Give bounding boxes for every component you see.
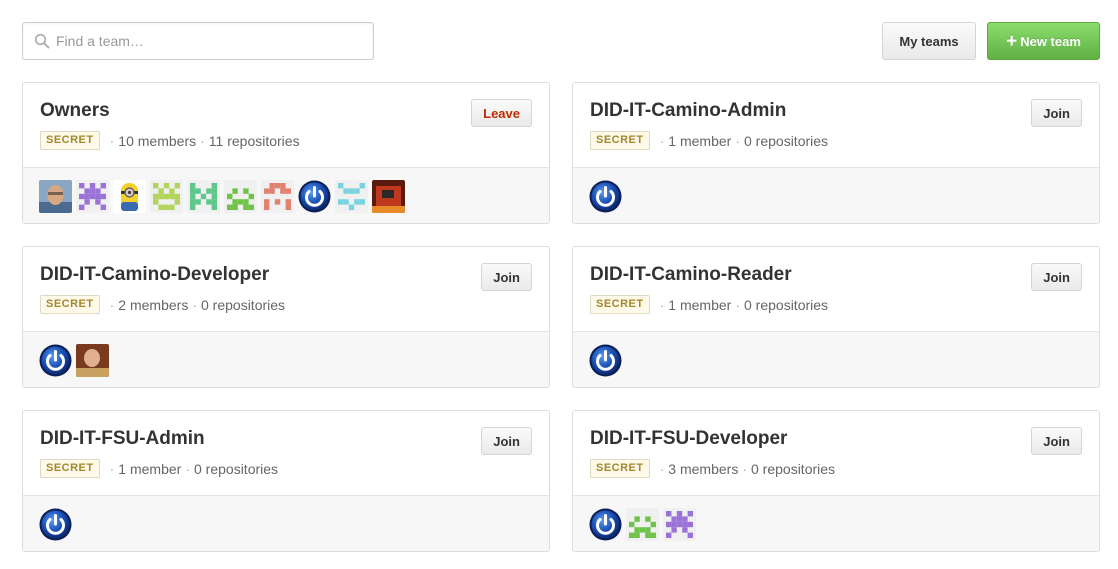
member-avatars — [573, 496, 1099, 551]
minion-avatar[interactable] — [113, 179, 146, 213]
power-icon-avatar[interactable] — [39, 508, 72, 541]
separator: · — [109, 296, 115, 313]
separator: · — [192, 296, 197, 313]
member-count: 1 member — [668, 132, 732, 149]
my-teams-button[interactable]: My teams — [882, 22, 976, 60]
separator: · — [200, 132, 205, 149]
member-avatars — [23, 168, 549, 223]
secret-badge: SECRET — [590, 131, 650, 150]
photo-avatar-man[interactable] — [39, 179, 72, 213]
repository-count: 0 repositories — [744, 296, 829, 313]
repository-count: 0 repositories — [194, 460, 279, 477]
repository-count: 0 repositories — [201, 296, 286, 313]
member-count: 10 members — [118, 132, 197, 149]
photo-avatar-man-2[interactable] — [76, 343, 109, 377]
plus-icon: + — [1006, 30, 1018, 52]
member-avatars — [23, 332, 549, 387]
repository-count: 0 repositories — [751, 460, 836, 477]
identicon-cyan[interactable] — [335, 179, 368, 213]
team-name[interactable]: DID-IT-Camino-Admin — [590, 100, 786, 122]
join-team-button[interactable]: Join — [481, 427, 532, 455]
secret-badge: SECRET — [40, 459, 100, 478]
new-team-label: New team — [1020, 33, 1081, 49]
search-icon — [34, 33, 50, 49]
power-icon-avatar[interactable] — [298, 180, 331, 213]
identicon-salmon[interactable] — [261, 179, 294, 213]
member-count: 3 members — [668, 460, 739, 477]
identicon-purple[interactable] — [663, 507, 696, 541]
identicon-lime[interactable] — [150, 179, 183, 213]
member-count: 1 member — [668, 296, 732, 313]
identicon-purple[interactable] — [76, 179, 109, 213]
separator: · — [735, 296, 740, 313]
separator: · — [109, 460, 115, 477]
join-team-button[interactable]: Join — [1031, 427, 1082, 455]
member-avatars — [573, 168, 1099, 223]
member-count: 2 members — [118, 296, 189, 313]
repository-count: 0 repositories — [744, 132, 829, 149]
repository-count: 11 repositories — [208, 132, 300, 149]
join-team-button[interactable]: Join — [481, 263, 532, 291]
secret-badge: SECRET — [590, 295, 650, 314]
member-avatars — [573, 332, 1099, 387]
secret-badge: SECRET — [40, 131, 100, 150]
team-name[interactable]: DID-IT-Camino-Reader — [590, 264, 792, 286]
identicon-green-teal[interactable] — [187, 179, 220, 213]
team-card-camino-reader: DID-IT-Camino-Reader SECRET · 1 member ·… — [572, 246, 1100, 388]
team-card-camino-admin: DID-IT-Camino-Admin SECRET · 1 member · … — [572, 82, 1100, 224]
secret-badge: SECRET — [590, 459, 650, 478]
leave-team-button[interactable]: Leave — [471, 99, 532, 127]
identicon-green[interactable] — [224, 179, 257, 213]
team-search-box[interactable] — [22, 22, 374, 60]
power-icon-avatar[interactable] — [589, 344, 622, 377]
my-teams-label: My teams — [899, 33, 959, 49]
identicon-green[interactable] — [626, 507, 659, 541]
secret-badge: SECRET — [40, 295, 100, 314]
team-card-fsu-admin: DID-IT-FSU-Admin SECRET · 1 member · 0 r… — [22, 410, 550, 552]
team-name[interactable]: DID-IT-FSU-Developer — [590, 428, 787, 450]
join-team-button[interactable]: Join — [1031, 99, 1082, 127]
power-icon-avatar[interactable] — [589, 508, 622, 541]
search-input[interactable] — [56, 23, 366, 59]
team-name[interactable]: DID-IT-Camino-Developer — [40, 264, 269, 286]
separator: · — [742, 460, 747, 477]
new-team-button[interactable]: + New team — [987, 22, 1100, 60]
separator: · — [659, 460, 665, 477]
member-avatars — [23, 496, 549, 551]
power-icon-avatar[interactable] — [39, 344, 72, 377]
photo-avatar-red[interactable] — [372, 179, 405, 213]
separator: · — [185, 460, 190, 477]
member-count: 1 member — [118, 460, 182, 477]
team-card-fsu-developer: DID-IT-FSU-Developer SECRET · 3 members … — [572, 410, 1100, 552]
separator: · — [109, 132, 115, 149]
join-team-button[interactable]: Join — [1031, 263, 1082, 291]
team-name[interactable]: Owners — [40, 100, 110, 122]
separator: · — [735, 132, 740, 149]
power-icon-avatar[interactable] — [589, 180, 622, 213]
separator: · — [659, 132, 665, 149]
separator: · — [659, 296, 665, 313]
team-name[interactable]: DID-IT-FSU-Admin — [40, 428, 205, 450]
team-card-camino-developer: DID-IT-Camino-Developer SECRET · 2 membe… — [22, 246, 550, 388]
team-card-owners: Owners SECRET · 10 members · 11 reposito… — [22, 82, 550, 224]
